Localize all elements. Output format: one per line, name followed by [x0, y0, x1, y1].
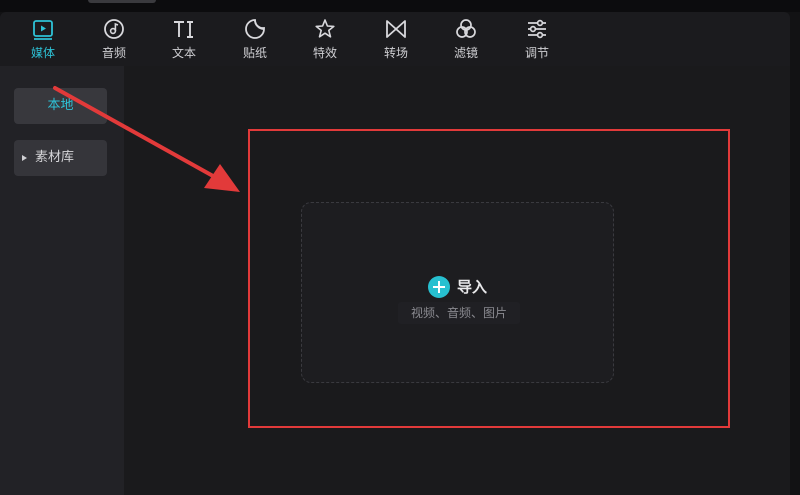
tab-text-label: 文本 — [171, 46, 196, 60]
tab-media-label: 媒体 — [30, 46, 55, 60]
media-sidebar: 本地 素材库 — [0, 66, 124, 495]
tab-filter[interactable]: 滤镜 — [438, 12, 494, 66]
import-label: 导入 — [457, 278, 488, 296]
tab-sticker[interactable]: 贴纸 — [227, 12, 283, 66]
window-right-edge — [790, 12, 800, 495]
tab-audio-label: 音频 — [101, 46, 126, 60]
media-play-icon — [33, 20, 53, 40]
material-toolbar: 媒体 音频 文本 贴纸 特效 转场 滤镜 调节 — [0, 12, 790, 66]
filter-circles-icon — [456, 19, 476, 38]
tab-transition-label: 转场 — [383, 46, 408, 60]
tab-filter-label: 滤镜 — [453, 46, 478, 60]
top-tab-handle — [88, 0, 156, 3]
effects-star-icon — [315, 19, 335, 38]
sidebar-item-library-label: 素材库 — [35, 150, 75, 165]
adjust-sliders-icon — [528, 19, 546, 39]
tab-text[interactable]: 文本 — [156, 12, 212, 66]
text-ti-icon — [174, 21, 193, 38]
tab-audio[interactable]: 音频 — [86, 12, 142, 66]
sidebar-item-library[interactable]: 素材库 — [14, 140, 107, 176]
sidebar-item-local[interactable]: 本地 — [14, 88, 107, 124]
audio-disc-icon — [104, 19, 124, 39]
tab-transition[interactable]: 转场 — [368, 12, 424, 66]
import-button[interactable]: 导入 — [428, 275, 508, 299]
tab-adjust-label: 调节 — [524, 46, 549, 60]
tab-adjust[interactable]: 调节 — [509, 12, 565, 66]
tab-effects[interactable]: 特效 — [297, 12, 353, 66]
import-supported-types: 视频、音频、图片 — [398, 302, 520, 324]
caret-right-icon — [22, 155, 27, 161]
plus-circle-icon — [428, 276, 450, 298]
tab-sticker-label: 贴纸 — [242, 46, 267, 60]
transition-bowtie-icon — [386, 20, 406, 38]
tab-effects-label: 特效 — [312, 46, 337, 60]
window-top-strip — [0, 0, 800, 12]
editor-window: 媒体 音频 文本 贴纸 特效 转场 滤镜 调节 本地 素材库 导入 视频、音频、… — [0, 0, 800, 495]
tab-media[interactable]: 媒体 — [15, 12, 71, 66]
sticker-icon — [245, 19, 265, 39]
